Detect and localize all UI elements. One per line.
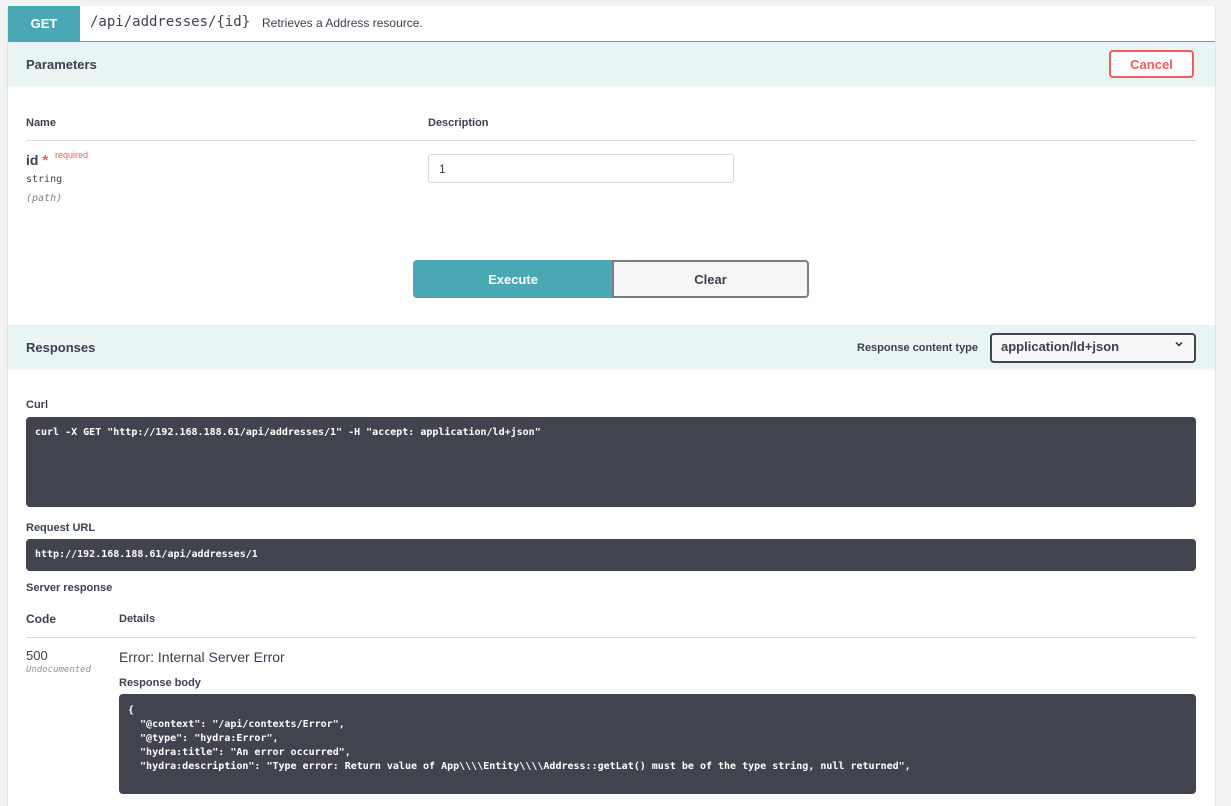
select-value: application/ld+json (1001, 339, 1120, 354)
param-location: (path) (26, 193, 63, 204)
request-url-label: Request URL (26, 522, 96, 534)
method-badge: GET (8, 6, 80, 41)
parameters-title: Parameters (26, 57, 97, 72)
column-header-description: Description (428, 117, 489, 129)
response-body-code: { "@context": "/api/contexts/Error", "@t… (119, 694, 1196, 794)
column-header-code: Code (26, 612, 56, 626)
clear-button[interactable]: Clear (612, 260, 809, 298)
response-undocumented: Undocumented (26, 665, 92, 675)
operation-path: /api/addresses/{id} (90, 14, 251, 30)
response-code: 500 (26, 648, 48, 663)
parameters-divider (26, 140, 1196, 141)
server-response-label: Server response (26, 582, 113, 594)
cancel-button[interactable]: Cancel (1109, 50, 1194, 78)
curl-code: curl -X GET "http://192.168.188.61/api/a… (26, 417, 1196, 507)
execute-button[interactable]: Execute (413, 260, 613, 298)
error-title: Error: Internal Server Error (119, 649, 285, 665)
chevron-down-icon (1174, 339, 1184, 352)
param-name-text: id (26, 152, 39, 168)
required-star: * (42, 152, 49, 169)
request-url-code: http://192.168.188.61/api/addresses/1 (26, 539, 1196, 571)
param-type: string (26, 174, 63, 185)
column-header-details: Details (119, 613, 156, 625)
curl-label: Curl (26, 399, 48, 411)
parameters-header: Parameters Cancel (8, 42, 1215, 86)
responses-divider (26, 637, 1196, 638)
column-header-name: Name (26, 117, 56, 129)
response-content-type-label: Response content type (857, 342, 979, 354)
param-name: id * (26, 152, 48, 169)
responses-title: Responses (26, 340, 96, 355)
response-body-label: Response body (119, 677, 201, 689)
operation-block: GET /api/addresses/{id} Retrieves a Addr… (7, 6, 1216, 806)
id-input[interactable] (428, 154, 734, 183)
operation-summary[interactable]: GET /api/addresses/{id} Retrieves a Addr… (8, 6, 1215, 42)
param-required-label: required (55, 150, 89, 160)
operation-description: Retrieves a Address resource. (262, 16, 423, 30)
response-content-type-select[interactable]: application/ld+json (990, 333, 1196, 363)
